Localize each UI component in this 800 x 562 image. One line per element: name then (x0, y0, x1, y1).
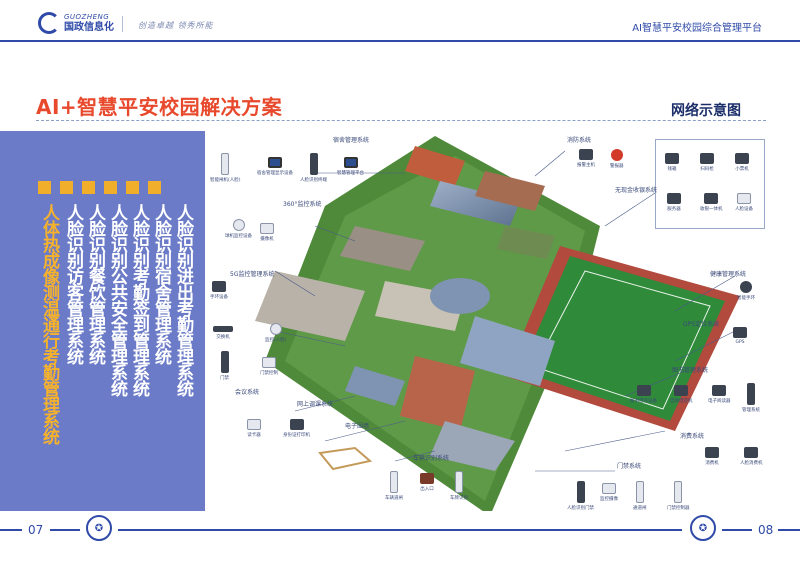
device-attendance-cam: 监控(人脸) (265, 323, 287, 343)
emblem-icon: ✪ (690, 515, 716, 541)
system-item-dormitory: 人脸识别宿舍管理系统 (151, 204, 171, 364)
device-cash-drawer: 钱箱 (665, 153, 679, 172)
system-label-shop: 无现金收银系统 (615, 187, 658, 194)
system-item-thermal: 人体热成像测温通行考勤管理系统 (39, 204, 59, 444)
device-barrier: 车辆道闸 (385, 471, 403, 501)
page-footer: 07 ✪ ✪ 08 (0, 515, 800, 562)
device-mgmt-platform: 智慧管理平台 (337, 157, 364, 176)
device-ereader: 电子阅读器 (708, 385, 731, 404)
logo-chinese: 国政信息化 (64, 21, 114, 33)
device-gate-camera: 监控摄像 (600, 483, 618, 502)
device-lib-return: 图书借还设备 (630, 385, 657, 404)
system-label-attendance: 会议系统 (235, 389, 260, 396)
header-rule (0, 40, 800, 42)
footer-rule-right-b (778, 529, 800, 531)
page-title: AI+智慧平安校园解决方案 (36, 95, 283, 119)
device-dorm-gate: 智能闸机(人脸) (210, 153, 241, 183)
device-face-terminal: 人脸识别终端 (300, 153, 327, 183)
device-access-controller: 门禁控制 (260, 357, 278, 376)
system-label-gps: GPS定位系统 (683, 321, 720, 328)
fence-icon (318, 446, 373, 471)
title-divider (36, 120, 766, 121)
device-turnstile: 通道闸 (633, 481, 647, 511)
device-fire-alarm: 警报器 (610, 149, 624, 169)
device-dome-camera: 球机监控设备 (225, 219, 252, 239)
footer-rule-left-a (0, 529, 22, 531)
logo-english: GUOZHENG (64, 12, 110, 21)
device-lib-self: 自助借还机 (670, 385, 693, 404)
company-slogan: 创造卓越 领秀所能 (138, 21, 214, 30)
system-item-signin: 人脸识别考勤签到管理系统 (129, 204, 149, 396)
system-label-gate: 门禁系统 (617, 463, 642, 470)
device-gate-controller: 门禁控制器 (667, 481, 690, 511)
platform-title: AI智慧平安校园综合管理平台 (632, 23, 762, 34)
device-bracelet: 手环设备 (210, 281, 228, 300)
device-gps: GPS (733, 327, 747, 345)
campus-network-diagram: 宿舍管理系统 智能闸机(人脸) 宿舍管理显示设备 人脸识别终端 智慧管理平台 消… (205, 131, 800, 511)
page-header: GUOZHENG 国政信息化 创造卓越 领秀所能 AI智慧平安校园综合管理平台 (0, 0, 800, 42)
network-diagram-title: 网络示意图 (671, 103, 741, 119)
device-card-reader: 读卡器 (247, 419, 261, 438)
system-item-access-attendance: 人脸识别进出考勤管理系统 (173, 204, 193, 396)
system-label-library: 图书管理系统 (672, 367, 709, 374)
system-label-5g: 5G监控管理系统 (230, 271, 275, 278)
system-list-panel: 人脸识别进出考勤管理系统 人脸识别宿舍管理系统 人脸识别考勤签到管理系统 人脸识… (0, 131, 205, 511)
system-label-consume: 消费系统 (680, 433, 705, 440)
device-fire-host: 报警主机 (577, 149, 595, 168)
right-page-number: 08 (758, 523, 774, 537)
emblem-icon: ✪ (86, 515, 112, 541)
device-receipt-printer: 小票机 (735, 153, 749, 172)
device-scanner: 扫码枪 (700, 153, 714, 172)
device-server: 服务器 (667, 193, 681, 212)
device-shop-face: 人脸设备 (735, 193, 753, 212)
device-dorm-display: 宿舍管理显示设备 (257, 157, 293, 176)
system-label-network: 网上调课系统 (297, 401, 334, 408)
system-label-health: 健康管理系统 (710, 271, 747, 278)
system-label-fire: 消防系统 (567, 137, 592, 144)
device-access-terminal: 门禁 (220, 351, 229, 381)
device-pos: 收银一体机 (700, 193, 723, 212)
stadium-dome (430, 278, 490, 314)
system-item-catering: 人脸识别餐饮管理系统 (85, 204, 105, 364)
device-face-consume: 人脸消费机 (740, 447, 763, 466)
footer-rule-center (118, 529, 682, 531)
device-entry: 出入口 (420, 473, 434, 492)
device-id-printer: 身份证打印机 (283, 419, 310, 438)
system-item-visitor: 人脸识别访客管理系统 (63, 204, 83, 364)
device-gate-face: 人脸识别门禁 (567, 481, 594, 511)
footer-rule-left-b (50, 529, 80, 531)
decorative-squares (38, 181, 161, 194)
system-label-dorm: 宿舍管理系统 (333, 137, 370, 144)
device-consume: 消费机 (705, 447, 719, 466)
system-label-plate: 车辆识别系统 (413, 455, 450, 462)
left-page-number: 07 (28, 523, 44, 537)
system-label-efence: 电子围墙 (345, 423, 370, 430)
device-plate-cam: 车牌识别 (450, 471, 468, 501)
company-logo: GUOZHENG 国政信息化 (38, 12, 114, 34)
device-camera: 摄像机 (260, 223, 274, 242)
device-switch: 交换机 (213, 326, 233, 340)
device-lib-mgmt: 管理系统 (742, 383, 760, 413)
device-smart-band: 智能手环 (737, 281, 755, 301)
footer-rule-right-a (722, 529, 752, 531)
system-item-public-safety: 人脸识别公共安全管理系统 (107, 204, 127, 396)
system-label-360: 360°监控系统 (283, 201, 322, 208)
header-divider (122, 16, 123, 32)
logo-icon (38, 12, 60, 34)
